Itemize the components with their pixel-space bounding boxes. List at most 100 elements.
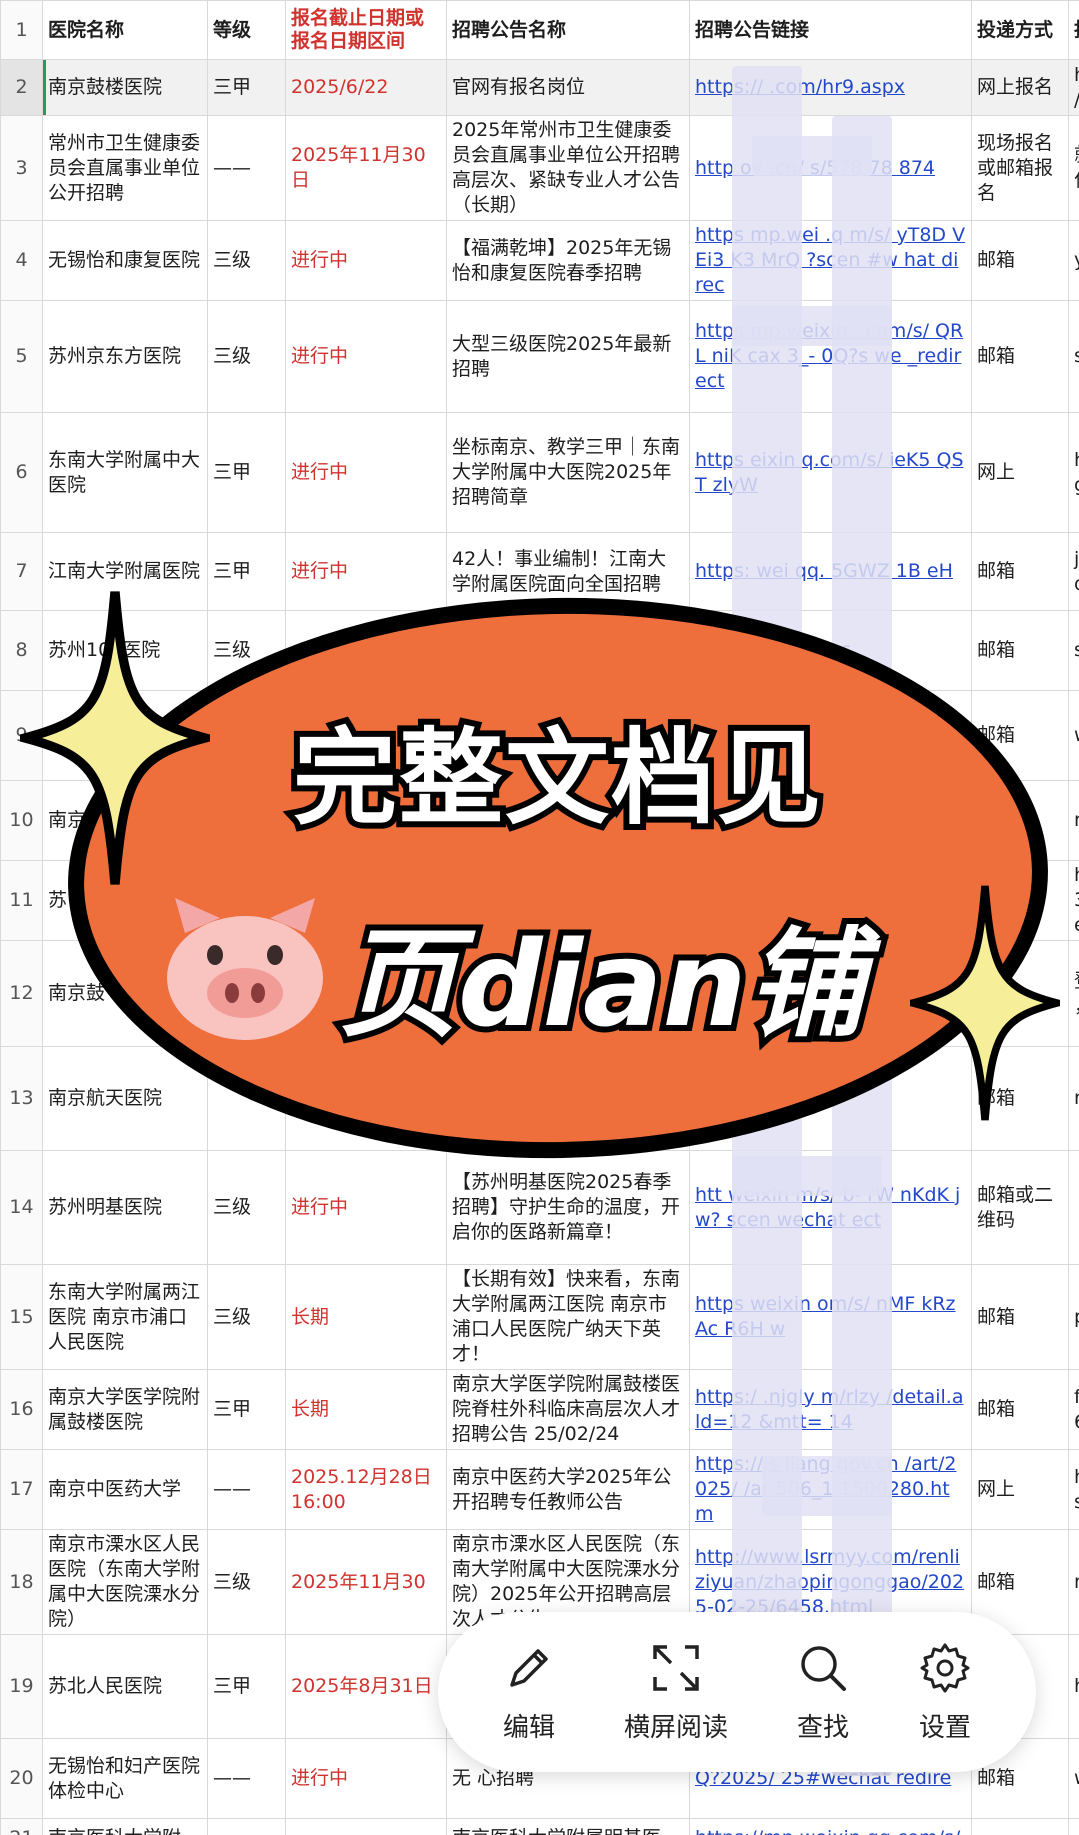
extra-column-cell[interactable] [1068, 1818, 1079, 1835]
row-number-cell[interactable]: 9 [0, 690, 43, 781]
table-row[interactable]: 12南京鼓 登 ， [0, 940, 1079, 1047]
submission-method-cell[interactable]: 邮箱 [971, 610, 1069, 691]
hospital-name-cell[interactable]: 南京鼓 [42, 940, 208, 1047]
edit-button[interactable]: 编辑 [502, 1641, 556, 1744]
submission-method-cell[interactable] [971, 940, 1069, 1047]
table-row[interactable]: 9无锡 /s/邮箱w [0, 690, 1079, 781]
deadline-cell[interactable]: 进行中 [285, 300, 447, 413]
hospital-name-cell[interactable]: 苏 [42, 860, 208, 941]
hospital-name-cell[interactable]: 江南大学附属医院 [42, 532, 208, 611]
announcement-link-cell[interactable]: n.com/s/ 1w irec [689, 610, 972, 691]
extra-column-cell[interactable]: p [1068, 1264, 1079, 1370]
spreadsheet-view[interactable]: 1 医院名称 等级 报名截止日期或报名日期区间 招聘公告名称 招聘公告链接 投递… [0, 0, 1079, 1835]
announcement-link-cell[interactable] [689, 940, 972, 1047]
table-row[interactable]: 6 东南大学附属中大医院 三甲 进行中 坐标南京、教学三甲｜东南大学附属中大医院2025… [0, 412, 1079, 533]
submission-method-cell[interactable]: 现场报名或邮箱报名 [971, 115, 1069, 221]
row-number-cell[interactable]: 12 [0, 940, 43, 1047]
extra-column-cell[interactable]: n [1068, 780, 1079, 861]
announcement-title-cell[interactable]: 2025年常州市卫生健康委员会直属事业单位公开招聘高层次、紧缺专业人才公告（长期… [446, 115, 690, 221]
announcement-link-cell[interactable]: https: wei qq. 5GWZ 1B eH [689, 532, 972, 611]
level-cell[interactable]: 三级 [207, 610, 286, 691]
submission-method-cell[interactable]: 邮箱 [971, 1369, 1069, 1450]
row-number-cell[interactable]: 8 [0, 610, 43, 691]
extra-column-cell[interactable]: 就 位 [1068, 115, 1079, 221]
table-row[interactable]: 2 南京鼓楼医院 三甲 2025/6/22 官网有报名岗位 https:// .com/h… [0, 59, 1079, 116]
announcement-link-cell[interactable]: https:/ .njgly m/rlzy /detail.a ld=12 &m… [689, 1369, 972, 1450]
extra-column-cell[interactable]: n [1068, 1046, 1079, 1151]
table-row[interactable]: 13南京航天医院 s/ ec邮箱n [0, 1046, 1079, 1151]
deadline-cell[interactable]: 2025年11月30日 [285, 115, 447, 221]
column-header-method[interactable]: 投递方式 [971, 0, 1069, 60]
announcement-link-cell[interactable]: https weixin om/s/ nMF kRzAc R6H w [689, 1264, 972, 1370]
announcement-title-cell[interactable]: 南京大学医学院附属鼓楼医院脊柱外科临床高层次人才招聘公告 25/02/24 [446, 1369, 690, 1450]
announcement-title-cell[interactable] [446, 610, 690, 691]
table-row[interactable]: 8苏州100医院三级 n.com/s/ 1w irec邮箱s [0, 610, 1079, 691]
table-row[interactable]: 4 无锡怡和康复医院 三级 进行中 【福满乾坤】2025年无锡怡和康复医院春季招聘 htt… [0, 220, 1079, 301]
deadline-cell[interactable]: 进行中 [285, 1738, 447, 1819]
row-number-cell[interactable]: 17 [0, 1449, 43, 1530]
deadline-cell[interactable] [285, 610, 447, 691]
extra-column-cell[interactable]: s [1068, 610, 1079, 691]
announcement-link-cell[interactable]: https mp.wei .q m/s/ yT8D VEi3 K3 MrQ ?s… [689, 220, 972, 301]
extra-column-cell[interactable]: w [1068, 690, 1079, 781]
announcement-title-cell[interactable] [446, 1046, 690, 1151]
row-number-cell[interactable]: 16 [0, 1369, 43, 1450]
row-number-cell[interactable]: 5 [0, 300, 43, 413]
extra-column-cell[interactable]: y [1068, 220, 1079, 301]
table-row[interactable]: 3 常州市卫生健康委员会直属事业单位公开招聘 —— 2025年11月30日 2025年常… [0, 115, 1079, 221]
announcement-title-cell[interactable]: 【苏州明基医院2025春季招聘】守护生命的温度，开启你的医路新篇章！ [446, 1150, 690, 1265]
row-number-cell[interactable]: 3 [0, 115, 43, 221]
row-number-cell[interactable]: 21 [0, 1818, 43, 1835]
row-number-cell[interactable]: 14 [0, 1150, 43, 1265]
table-row[interactable]: 14 苏州明基医院 三级 进行中 【苏州明基医院2025春季招聘】守护生命的温度，开启你… [0, 1150, 1079, 1265]
submission-method-cell[interactable]: 邮箱 [971, 1264, 1069, 1370]
announcement-link-cell[interactable]: s/ ec [689, 1046, 972, 1151]
announcement-title-cell[interactable] [446, 860, 690, 941]
hospital-name-cell[interactable]: 无锡怡和妇产医院体检中心 [42, 1738, 208, 1819]
level-cell[interactable]: 三甲 [207, 1369, 286, 1450]
announcement-link-cell[interactable]: https mp.weixin. .com/s/ QRL niK cax 3_-… [689, 300, 972, 413]
announcement-title-cell[interactable]: 坐标南京、教学三甲｜东南大学附属中大医院2025年招聘简章 [446, 412, 690, 533]
announcement-link-cell[interactable]: https:// .com/hr9.aspx [689, 59, 972, 116]
row-number-cell[interactable]: 10 [0, 780, 43, 861]
hospital-name-cell[interactable]: 无锡怡和康复医院 [42, 220, 208, 301]
deadline-cell[interactable] [285, 1046, 447, 1151]
announcement-title-cell[interactable]: 南京医科大学附属明基医 [446, 1818, 690, 1835]
submission-method-cell[interactable]: 邮箱 [971, 300, 1069, 413]
level-cell[interactable]: 三级 [207, 300, 286, 413]
hospital-name-cell[interactable]: 南京航天医院 [42, 1046, 208, 1151]
row-number-cell[interactable]: 2 [0, 59, 43, 116]
announcement-link-cell[interactable]: https://js jiang gov.cn /art/2025/ /ar 5… [689, 1449, 972, 1530]
row-number-cell[interactable]: 15 [0, 1264, 43, 1370]
announcement-title-cell[interactable]: 南京中医药大学2025年公开招聘专任教师公告 [446, 1449, 690, 1530]
announcement-title-cell[interactable] [446, 690, 690, 781]
hospital-name-cell[interactable]: 苏州100医院 [42, 610, 208, 691]
column-header-link[interactable]: 招聘公告链接 [689, 0, 972, 60]
announcement-link-cell[interactable]: htt weixin m/s/ b- rW nKdK jw? scen wech… [689, 1150, 972, 1265]
deadline-cell[interactable]: 进行中 [285, 532, 447, 611]
extra-column-cell[interactable]: n [1068, 1529, 1079, 1635]
level-cell[interactable] [207, 1046, 286, 1151]
column-header-hospital[interactable]: 医院名称 [42, 0, 208, 60]
deadline-cell[interactable]: 进行中 [285, 220, 447, 301]
extra-column-cell[interactable]: h s [1068, 1449, 1079, 1530]
level-cell[interactable] [207, 690, 286, 781]
row-number-cell[interactable]: 19 [0, 1634, 43, 1739]
submission-method-cell[interactable]: 邮箱 [971, 690, 1069, 781]
extra-column-cell[interactable]: h [1068, 1634, 1079, 1739]
row-number-cell[interactable]: 4 [0, 220, 43, 301]
announcement-title-cell[interactable]: 【福满乾坤】2025年无锡怡和康复医院春季招聘 [446, 220, 690, 301]
level-cell[interactable] [207, 940, 286, 1047]
submission-method-cell[interactable]: 邮箱 [971, 532, 1069, 611]
extra-column-cell[interactable]: h / [1068, 59, 1079, 116]
level-cell[interactable]: 三甲 [207, 532, 286, 611]
hospital-name-cell[interactable]: 东南大学附属中大医院 [42, 412, 208, 533]
level-cell[interactable]: 三甲 [207, 1634, 286, 1739]
hospital-name-cell[interactable]: 常州市卫生健康委员会直属事业单位公开招聘 [42, 115, 208, 221]
hospital-name-cell[interactable]: 南京市溧水区人民医院（东南大学附属中大医院溧水分院） [42, 1529, 208, 1635]
announcement-link-cell[interactable]: http ov .cn/ s/578 78 874 [689, 115, 972, 221]
announcement-title-cell[interactable]: 官网有报名岗位 [446, 59, 690, 116]
level-cell[interactable]: 三级 [207, 1264, 286, 1370]
table-row[interactable]: 17 南京中医药大学 —— 2025.12月28日16:00 南京中医药大学2025年公… [0, 1449, 1079, 1530]
submission-method-cell[interactable] [971, 860, 1069, 941]
